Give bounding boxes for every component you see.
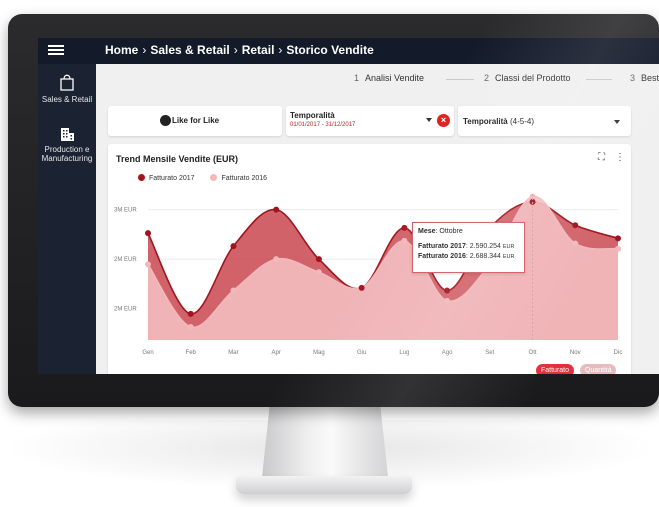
point-2016	[273, 256, 280, 263]
compare-icon	[160, 115, 171, 126]
x-tick-label: Ago	[442, 350, 453, 356]
y-tick-label: 2M EUR	[114, 307, 137, 313]
sidebar-item-sales-retail[interactable]: Sales & Retail	[38, 72, 96, 104]
breadcrumb-separator: ›	[142, 43, 147, 57]
like-for-like-label: Like for Like	[172, 116, 220, 125]
point-2017	[230, 243, 237, 250]
fatturato-toggle[interactable]: Fatturato	[536, 364, 575, 374]
breadcrumb-retail[interactable]: Retail	[242, 43, 275, 57]
y-tick-label: 2M EUR	[114, 257, 137, 263]
temporalita-date-select[interactable]: Temporalità 01/01/2017 - 31/12/2017 ×	[286, 106, 454, 136]
temporalita-calendar-select[interactable]: Temporalità (4-5-4)	[458, 106, 631, 136]
point-2016	[401, 237, 408, 244]
x-tick-label: Mar	[228, 350, 238, 356]
point-2017	[273, 206, 280, 213]
point-2016	[145, 261, 151, 268]
breadcrumb-separator: ›	[278, 43, 283, 57]
clear-icon[interactable]: ×	[437, 114, 450, 127]
temporalita-range: 01/01/2017 - 31/12/2017	[290, 122, 356, 128]
step-analisi-vendite[interactable]: 1 Analisi Vendite	[354, 73, 424, 83]
point-2016	[444, 297, 451, 304]
x-tick-label: Nov	[570, 350, 581, 356]
temporalita-title: Temporalità	[290, 111, 335, 120]
sidebar-item-label: Production e Manufacturing	[41, 145, 93, 163]
breadcrumb: Home › Sales & Retail › Retail › Storico Vendi…	[105, 43, 374, 57]
monitor-stand-neck	[262, 407, 388, 477]
step-best-seller[interactable]: 3Best Se	[630, 73, 659, 83]
point-2017	[444, 287, 451, 294]
sidebar: Sales & Retail Production e Manufacturin…	[38, 64, 96, 374]
chart-tooltip: Mese: Ottobre Fatturato 2017: 2.590.254 …	[412, 222, 525, 273]
y-tick-label: 3M EUR	[114, 208, 137, 214]
x-tick-label: Dic	[614, 350, 623, 356]
chevron-down-icon[interactable]	[614, 120, 620, 124]
area-chart[interactable]: 3M EUR 2M EUR 2M EUR Gen Feb Mar Apr Mag Giu Lug A…	[108, 144, 631, 374]
step-classi-prodotto[interactable]: 2 Classi del Prodotto	[484, 73, 571, 83]
point-2017	[358, 284, 365, 291]
point-2016	[187, 323, 194, 330]
shopping-bag-icon	[60, 74, 74, 91]
point-2017	[187, 310, 194, 317]
point-2017	[401, 224, 408, 231]
step-connector	[446, 79, 474, 80]
chevron-down-icon[interactable]	[426, 118, 432, 122]
point-2016	[615, 245, 621, 252]
point-2017	[615, 235, 621, 242]
point-2017	[572, 222, 579, 229]
area-2016	[148, 196, 618, 340]
calendar-select-label: Temporalità (4-5-4)	[463, 117, 534, 126]
quantita-toggle[interactable]: Quantità	[580, 364, 617, 374]
stepper: 1 Analisi Vendite 2 Classi del Prodotto 3B…	[96, 64, 659, 96]
x-tick-label: Gen	[142, 350, 153, 356]
point-2017	[315, 256, 322, 263]
x-tick-label: Lug	[399, 350, 409, 356]
top-bar: Home › Sales & Retail › Retail › Storico Vendi…	[38, 38, 659, 64]
breadcrumb-storico-vendite: Storico Vendite	[286, 43, 374, 57]
point-2016	[230, 287, 237, 294]
step-connector	[586, 79, 612, 80]
breadcrumb-separator: ›	[233, 43, 238, 57]
point-2016	[572, 240, 579, 247]
point-2017	[145, 230, 151, 237]
monitor-stand-base	[236, 476, 412, 494]
point-2016	[315, 269, 322, 276]
hamburger-menu-icon[interactable]	[48, 43, 64, 57]
x-tick-label: Giu	[357, 350, 366, 356]
building-icon	[61, 128, 74, 141]
breadcrumb-home[interactable]: Home	[105, 43, 138, 57]
sidebar-item-label: Sales & Retail	[41, 95, 93, 104]
x-tick-label: Mag	[313, 350, 325, 356]
x-tick-label: Apr	[272, 350, 281, 356]
breadcrumb-sales-retail[interactable]: Sales & Retail	[150, 43, 229, 57]
sidebar-item-production[interactable]: Production e Manufacturing	[38, 126, 96, 163]
x-tick-label: Ott	[529, 350, 537, 356]
like-for-like-button[interactable]: Like for Like	[108, 106, 282, 136]
x-tick-label: Set	[485, 350, 494, 356]
screen: Home › Sales & Retail › Retail › Storico Vendi…	[38, 38, 659, 374]
chart-card: Trend Mensile Vendite (EUR) ⛶ ⋮ Fatturato…	[108, 144, 631, 374]
x-tick-label: Feb	[186, 350, 197, 356]
